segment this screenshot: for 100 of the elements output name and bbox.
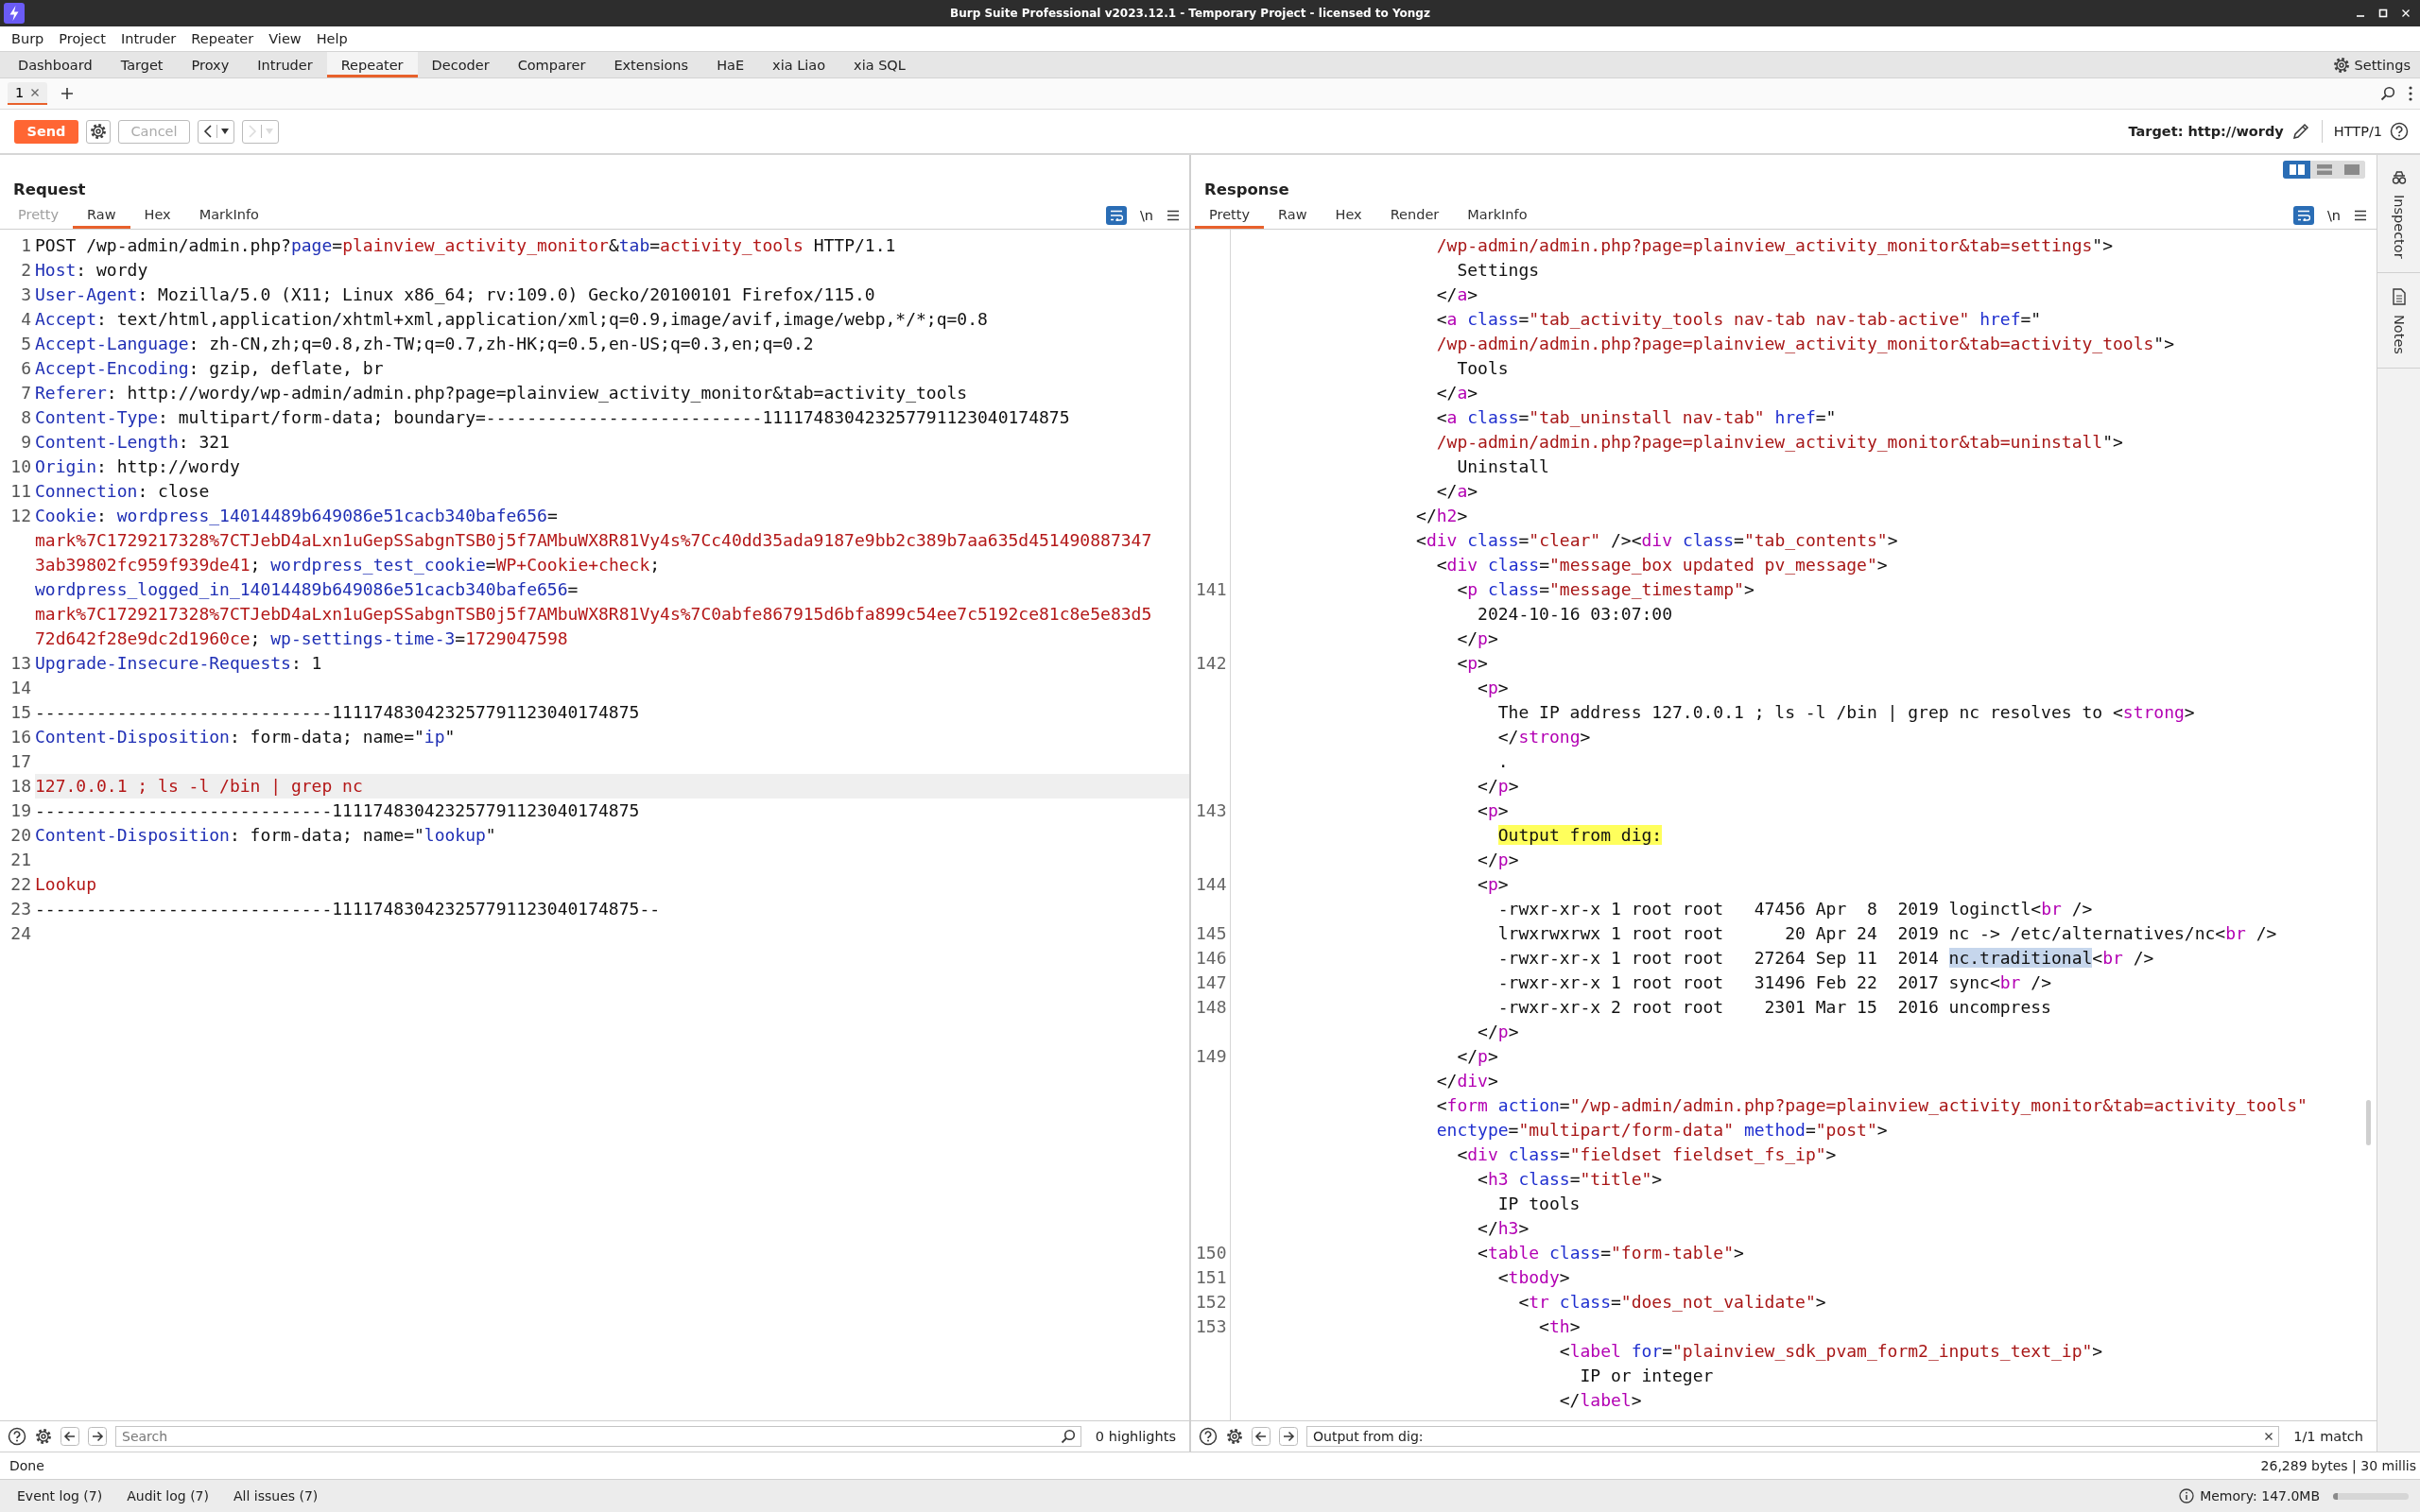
code-line: <div class="fieldset fieldset_fs_ip"> bbox=[1456, 1143, 1838, 1166]
code-line: <p> bbox=[1477, 873, 1510, 896]
main-tab[interactable]: Extensions bbox=[599, 52, 703, 77]
line-number: 13 bbox=[9, 652, 32, 675]
code-line: -rwxr-xr-x 2 root root 2301 Mar 15 2016 uncompress bbox=[1496, 996, 2052, 1019]
search-field[interactable]: Output from dig: bbox=[1306, 1426, 2280, 1447]
main-tab[interactable]: HaE bbox=[702, 52, 759, 77]
line-number: 7 bbox=[20, 382, 32, 404]
editor-tab[interactable]: Raw bbox=[73, 202, 130, 229]
help-icon[interactable] bbox=[8, 1427, 26, 1446]
arrow-right-icon[interactable] bbox=[88, 1427, 107, 1446]
search-icon[interactable] bbox=[2380, 86, 2395, 101]
main-tab[interactable]: xia SQL bbox=[839, 52, 920, 77]
arrow-left-icon[interactable] bbox=[1252, 1427, 1270, 1446]
main-tab[interactable]: Proxy bbox=[177, 52, 244, 77]
help-icon[interactable] bbox=[2390, 122, 2409, 141]
line-number: 2 bbox=[20, 259, 32, 282]
code-line: </p> bbox=[1456, 1045, 1499, 1068]
menu-item[interactable]: Burp bbox=[4, 31, 52, 46]
layout-toggle[interactable] bbox=[2283, 161, 2310, 179]
main-tab[interactable]: Intruder bbox=[243, 52, 327, 77]
menu-item[interactable]: Intruder bbox=[112, 31, 184, 46]
arrow-left-icon[interactable] bbox=[60, 1427, 79, 1446]
line-number: 153 bbox=[1195, 1315, 1228, 1338]
back-button[interactable] bbox=[198, 119, 234, 144]
menu-icon[interactable] bbox=[1167, 210, 1180, 221]
settings-icon[interactable] bbox=[35, 1428, 52, 1445]
wrap-lines-icon bbox=[2296, 210, 2310, 221]
editor-tab[interactable]: Hex bbox=[130, 202, 185, 229]
scrollbar-thumb[interactable] bbox=[2366, 1100, 2371, 1145]
caret-down-icon[interactable] bbox=[221, 129, 229, 134]
main-tab[interactable]: xia Liao bbox=[758, 52, 840, 77]
document-icon[interactable] bbox=[2392, 287, 2406, 305]
code-line: Cookie: wordpress_14014489b649086e51cacb340bafe656= bbox=[35, 505, 559, 527]
newline-toggle[interactable]: \n bbox=[1137, 208, 1155, 223]
main-tab[interactable]: Target bbox=[106, 52, 178, 77]
code-line: enctype="multipart/form-data" method="post"> bbox=[1435, 1119, 1889, 1142]
chevron-left-icon[interactable] bbox=[203, 125, 213, 138]
line-number: 4 bbox=[20, 308, 32, 331]
settings-icon[interactable] bbox=[2332, 56, 2350, 74]
newline-toggle[interactable]: \n bbox=[2325, 208, 2342, 223]
line-number: 11 bbox=[9, 480, 32, 503]
settings-icon[interactable] bbox=[1226, 1428, 1243, 1445]
code-line: mark%7C1729217328%7CTJebD4aLxn1uGepSSabgnTSB0j5f7AMbuWX8R81Vy4s%7C0abfe867915d6bfa899c54ee7c5192ce81c8e5e83d5 bbox=[35, 603, 1153, 626]
log-tab[interactable]: All issues (7) bbox=[224, 1488, 328, 1503]
code-line: POST /wp-admin/admin.php?page=plainview_activity_monitor&tab=activity_tools HTTP/1.1 bbox=[35, 234, 897, 257]
editor-tab[interactable]: MarkInfo bbox=[1453, 202, 1542, 229]
search-field[interactable]: Search bbox=[115, 1426, 1081, 1447]
arrow-right-icon[interactable] bbox=[1279, 1427, 1298, 1446]
side-panel-tab[interactable]: Notes bbox=[2391, 314, 2407, 354]
more-icon[interactable] bbox=[2409, 86, 2412, 101]
main-tab[interactable]: Repeater bbox=[326, 52, 418, 77]
editor-tab[interactable]: Pretty bbox=[1195, 202, 1264, 229]
code-line: Uninstall bbox=[1456, 455, 1550, 478]
menu-item[interactable]: Repeater bbox=[183, 31, 262, 46]
split-view-icon[interactable] bbox=[2289, 164, 2305, 175]
help-icon[interactable] bbox=[1199, 1427, 1218, 1446]
main-tab[interactable]: Decoder bbox=[417, 52, 504, 77]
single-view-icon[interactable] bbox=[2343, 164, 2360, 175]
editor-tab[interactable]: Render bbox=[1375, 202, 1454, 229]
main-tab[interactable]: Dashboard bbox=[4, 52, 107, 77]
editor-tab[interactable]: Raw bbox=[1264, 202, 1322, 229]
line-number: 142 bbox=[1195, 652, 1228, 675]
plus-icon[interactable] bbox=[60, 87, 75, 100]
code-line: Host: wordy bbox=[35, 259, 149, 282]
wrap-lines-button[interactable] bbox=[2292, 206, 2314, 225]
side-panel-tab[interactable]: Inspector bbox=[2391, 195, 2407, 259]
protocol-label[interactable]: HTTP/1 bbox=[2333, 124, 2382, 139]
line-number: 1 bbox=[20, 234, 32, 257]
menu-item[interactable]: View bbox=[261, 31, 309, 46]
clear-icon[interactable] bbox=[2264, 1432, 2274, 1441]
glasses-icon[interactable] bbox=[2390, 170, 2408, 185]
wrap-lines-icon bbox=[1109, 210, 1123, 221]
log-tab[interactable]: Audit log (7) bbox=[117, 1488, 218, 1503]
code-line: /wp-admin/admin.php?page=plainview_activity_monitor&tab=activity_tools"> bbox=[1435, 333, 2176, 355]
code-line: Accept: text/html,application/xhtml+xml,application/xml;q=0.9,image/avif,image/webp,*/*;q=0.8 bbox=[35, 308, 989, 331]
code-line: <p> bbox=[1477, 799, 1510, 822]
main-tab[interactable]: Comparer bbox=[503, 52, 600, 77]
menu-item[interactable]: Help bbox=[308, 31, 355, 46]
settings-button[interactable]: Settings bbox=[2323, 52, 2420, 77]
editor-tab[interactable]: Hex bbox=[1321, 202, 1376, 229]
code-line: -rwxr-xr-x 1 root root 47456 Apr 8 2019 loginctl<br /> bbox=[1496, 898, 2094, 920]
log-tab[interactable]: Event log (7) bbox=[8, 1488, 112, 1503]
pencil-icon[interactable] bbox=[2290, 122, 2310, 141]
stacked-view-icon[interactable] bbox=[2316, 164, 2332, 175]
search-icon[interactable] bbox=[1060, 1429, 1076, 1444]
wrap-lines-button[interactable] bbox=[1105, 206, 1127, 225]
code-line: <div class="message_box updated pv_message"> bbox=[1435, 554, 1889, 576]
code-line: </h3> bbox=[1477, 1217, 1530, 1240]
editor-tab[interactable]: MarkInfo bbox=[184, 202, 273, 229]
menu-item[interactable]: Project bbox=[51, 31, 113, 46]
code-line: Upgrade-Insecure-Requests: 1 bbox=[35, 652, 323, 675]
line-number: 152 bbox=[1195, 1291, 1228, 1314]
maximize-icon[interactable] bbox=[2378, 9, 2388, 18]
request-tab[interactable]: 1 bbox=[8, 82, 48, 105]
menu-icon[interactable] bbox=[2354, 210, 2367, 221]
match-count: 0 highlights bbox=[1095, 1429, 1176, 1444]
code-line: The IP address 127.0.0.1 ; ls -l /bin | grep nc resolves to <strong> bbox=[1496, 701, 2196, 724]
code-line: Tools bbox=[1456, 357, 1510, 380]
code-line: /wp-admin/admin.php?page=plainview_activity_monitor&tab=settings"> bbox=[1435, 234, 2114, 257]
